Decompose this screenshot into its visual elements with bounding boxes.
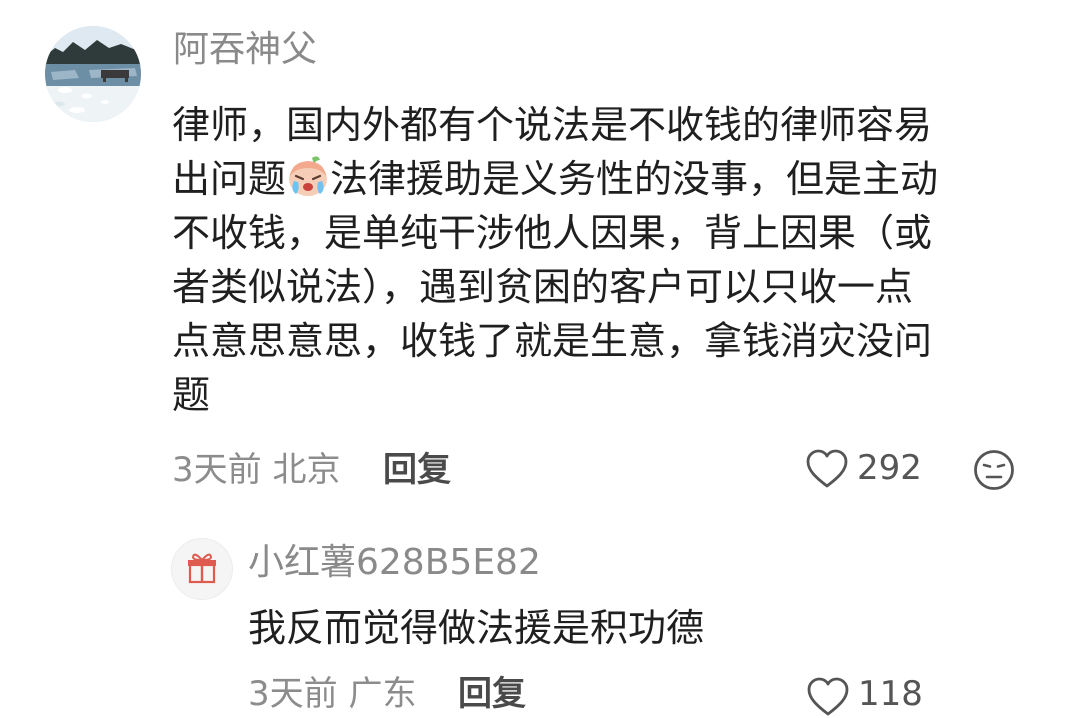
comment-line: 出问题 — [172, 157, 287, 201]
comment-line-with-emoji: 出问题 法律援助是义务性的没事，但是主动 — [172, 152, 1022, 206]
comment-username[interactable]: 阿吞神父 — [173, 28, 317, 72]
heart-icon[interactable] — [806, 676, 850, 718]
reply-avatar[interactable] — [171, 538, 233, 600]
comment-line: 题 — [172, 373, 211, 417]
comment-line: 不收钱，是单纯干涉他人因果，背上因果（或 — [172, 211, 933, 255]
gift-icon — [188, 553, 216, 584]
comment-time: 3天前 — [172, 450, 262, 490]
comment-line: 点意思意思，收钱了就是生意，拿钱消灾没问 — [172, 319, 933, 363]
reply-username[interactable]: 小红薯628B5E82 — [248, 541, 541, 585]
reply-meta: 3天前 广东 — [248, 674, 417, 714]
reply-body: 我反而觉得做法援是积功德 — [248, 606, 705, 650]
winter-lake-avatar-image — [45, 26, 141, 122]
dislike-face-icon[interactable] — [973, 449, 1015, 491]
avatar[interactable] — [45, 26, 141, 122]
comment-meta: 3天前 北京 — [172, 448, 340, 492]
reply-reply-button[interactable]: 回复 — [458, 672, 526, 716]
like-count: 292 — [857, 448, 922, 488]
comment-body: 律师，国内外都有个说法是不收钱的律师容易 出问题 法律援助是义务性的没事，但是主… — [172, 98, 1022, 422]
comment-line: 者类似说法），遇到贫困的客户可以只收一点 — [172, 265, 914, 309]
comment-line: 法律援助是义务性的没事，但是主动 — [330, 157, 939, 201]
reply-button[interactable]: 回复 — [383, 448, 451, 492]
reply-like-count: 118 — [858, 674, 923, 714]
comment-location: 北京 — [272, 450, 341, 490]
crying-face-emoji — [289, 156, 328, 196]
comment-line: 律师，国内外都有个说法是不收钱的律师容易 — [172, 103, 933, 147]
heart-icon[interactable] — [805, 448, 849, 490]
